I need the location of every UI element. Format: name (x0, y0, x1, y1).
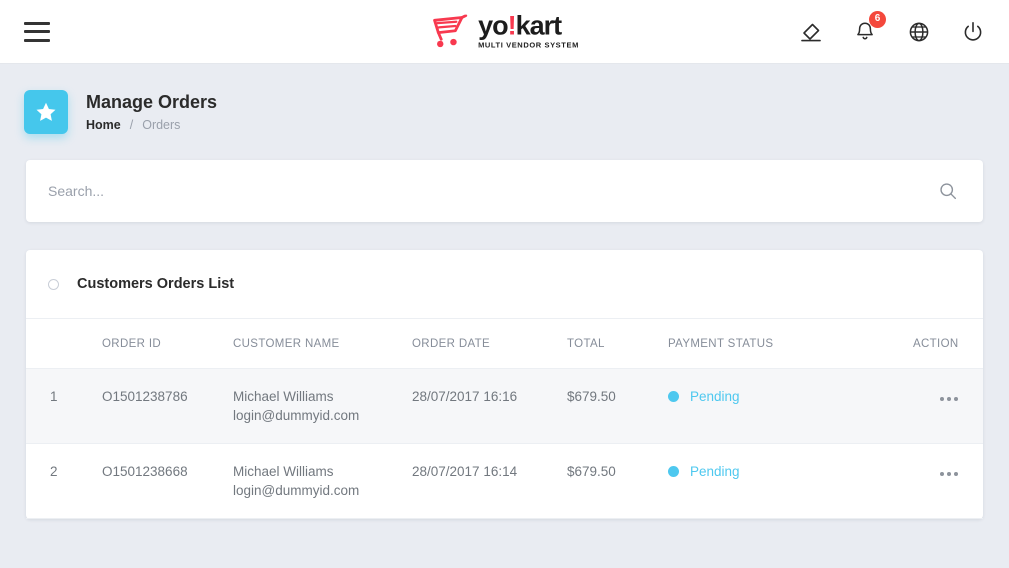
star-glyph (36, 102, 56, 121)
yokart-logo[interactable]: yo!kart MULTI VENDOR SYSTEM (430, 10, 579, 50)
logo-word-kart: kart (515, 10, 563, 41)
row-order-date: 28/07/2017 16:16 (412, 368, 567, 444)
column-order-date: ORDER DATE (412, 319, 567, 369)
row-payment-status: Pending (668, 368, 913, 444)
customer-email: login@dummyid.com (233, 408, 360, 423)
column-customer-name: CUSTOMER NAME (233, 319, 412, 369)
customer-email: login@dummyid.com (233, 483, 360, 498)
globe-glyph (909, 22, 929, 41)
page-header: Manage Orders Home / Orders (0, 64, 1009, 134)
star-icon (24, 90, 68, 134)
row-customer: Michael Williams login@dummyid.com (233, 443, 412, 519)
search-icon (940, 183, 957, 200)
hamburger-menu-icon[interactable] (24, 21, 50, 42)
page-title: Manage Orders (86, 92, 218, 113)
more-options-icon[interactable] (940, 393, 958, 405)
search-button[interactable] (935, 180, 961, 202)
status-dot-icon (668, 466, 679, 477)
column-total: TOTAL (567, 319, 668, 369)
row-total: $679.50 (567, 368, 668, 444)
logo-bang: ! (507, 10, 517, 41)
eraser-glyph (801, 23, 821, 41)
cart-icon (432, 14, 467, 47)
notifications-icon[interactable]: 6 (851, 10, 886, 46)
notification-badge: 6 (869, 10, 886, 28)
status-dot-icon (668, 391, 679, 402)
circle-icon (48, 278, 59, 290)
row-order-id: O1501238786 (102, 368, 233, 444)
main-content: Customers Orders List ORDER ID CUSTOMER … (0, 160, 1009, 519)
status-badge: Pending (690, 464, 740, 479)
row-customer: Michael Williams login@dummyid.com (233, 368, 412, 444)
column-order-id: ORDER ID (102, 319, 233, 369)
breadcrumb-home[interactable]: Home (86, 118, 121, 132)
orders-table-body: 1 O1501238786 Michael Williams login@dum… (26, 368, 983, 519)
orders-list-header: Customers Orders List (26, 250, 983, 319)
language-icon[interactable] (905, 18, 933, 46)
breadcrumb-separator: / (129, 117, 134, 132)
table-row[interactable]: 2 O1501238668 Michael Williams login@dum… (26, 443, 983, 519)
customer-name: Michael Williams (233, 389, 334, 404)
row-index: 2 (26, 443, 102, 519)
row-payment-status: Pending (668, 443, 913, 519)
table-header-row: ORDER ID CUSTOMER NAME ORDER DATE TOTAL … (26, 319, 983, 369)
row-total: $679.50 (567, 443, 668, 519)
breadcrumb: Home / Orders (86, 118, 217, 132)
orders-table-head: ORDER ID CUSTOMER NAME ORDER DATE TOTAL … (26, 319, 983, 369)
orders-list-card: Customers Orders List ORDER ID CUSTOMER … (26, 250, 983, 519)
top-navigation-bar: yo!kart MULTI VENDOR SYSTEM 6 (0, 0, 1009, 64)
row-action (913, 443, 983, 519)
table-row[interactable]: 1 O1501238786 Michael Williams login@dum… (26, 368, 983, 444)
customer-name: Michael Williams (233, 464, 334, 479)
column-payment-status: PAYMENT STATUS (668, 319, 913, 369)
more-options-icon[interactable] (940, 468, 958, 480)
breadcrumb-current: Orders (142, 117, 181, 132)
row-action (913, 368, 983, 444)
power-glyph (964, 21, 982, 41)
logo-word-yo: yo (478, 10, 508, 41)
search-card (26, 160, 983, 222)
row-order-id: O1501238668 (102, 443, 233, 519)
search-input[interactable] (48, 183, 935, 199)
orders-list-title: Customers Orders List (77, 276, 235, 292)
row-order-date: 28/07/2017 16:14 (412, 443, 567, 519)
row-index: 1 (26, 368, 102, 444)
logo-tagline: MULTI VENDOR SYSTEM (478, 40, 579, 50)
clear-cache-icon[interactable] (797, 18, 825, 46)
topbar-actions: 6 (797, 10, 987, 46)
orders-table: ORDER ID CUSTOMER NAME ORDER DATE TOTAL … (26, 319, 983, 519)
status-badge: Pending (690, 389, 740, 404)
column-index (26, 319, 102, 369)
column-action: ACTION (913, 319, 983, 369)
power-icon[interactable] (959, 18, 987, 46)
